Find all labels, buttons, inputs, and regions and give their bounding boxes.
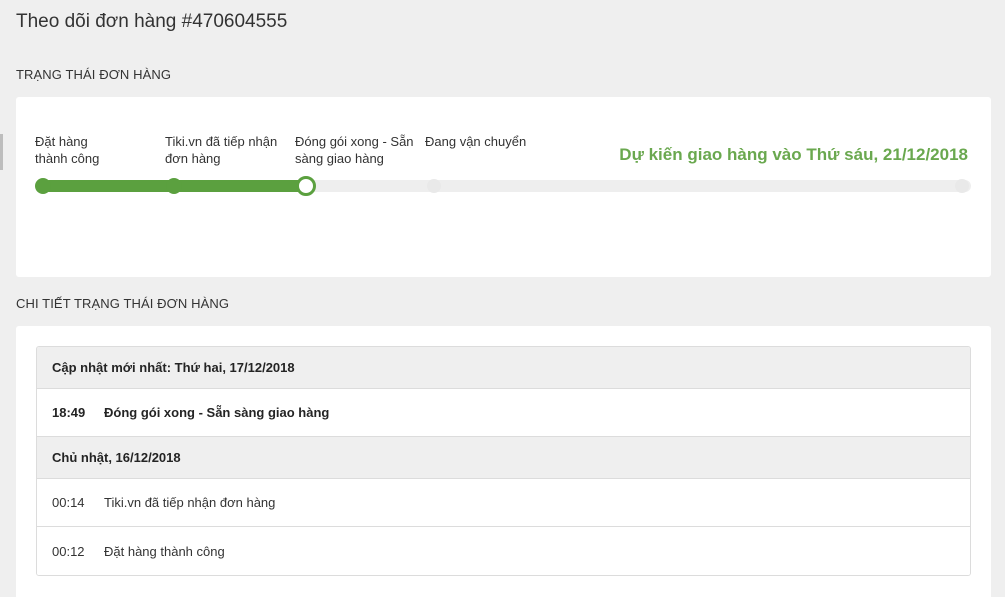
step-label-line: thành công — [35, 151, 100, 166]
event-row: 18:49 Đóng gói xong - Sẵn sàng giao hàng — [37, 389, 970, 437]
order-detail-card: Cập nhật mới nhất: Thứ hai, 17/12/2018 1… — [16, 326, 991, 597]
date-row: Chủ nhật, 16/12/2018 — [37, 437, 970, 479]
event-time: 00:14 — [52, 495, 85, 510]
step-label-line: đơn hàng — [165, 151, 221, 166]
event-text: Tiki.vn đã tiếp nhận đơn hàng — [104, 495, 276, 510]
order-status-heading: TRẠNG THÁI ĐƠN HÀNG — [16, 67, 172, 82]
status-history-table: Cập nhật mới nhất: Thứ hai, 17/12/2018 1… — [36, 346, 971, 576]
event-text: Đặt hàng thành công — [104, 543, 225, 559]
step-dot-ordered — [35, 178, 51, 194]
step-label-line: Đang vận chuyển — [425, 134, 527, 149]
date-row: Cập nhật mới nhất: Thứ hai, 17/12/2018 — [37, 347, 970, 389]
step-dot-packed — [296, 176, 316, 196]
step-label-line: Đóng gói xong - Sẵn — [295, 134, 414, 149]
step-label-received: Tiki.vn đã tiếp nhận đơn hàng — [165, 133, 277, 167]
step-label-shipping: Đang vận chuyển — [425, 133, 526, 150]
step-label-line: Tiki.vn đã tiếp nhận — [165, 134, 278, 149]
event-text: Đóng gói xong - Sẵn sàng giao hàng — [104, 405, 330, 420]
event-time: 18:49 — [52, 405, 86, 420]
event-row: 00:14 Tiki.vn đã tiếp nhận đơn hàng — [37, 479, 970, 527]
step-dot-delivered — [955, 179, 969, 193]
step-label-packed: Đóng gói xong - Sẵn sàng giao hàng — [295, 133, 414, 167]
step-label-line: sàng giao hàng — [295, 151, 384, 166]
event-time: 00:12 — [52, 543, 85, 559]
estimated-delivery: Dự kiến giao hàng vào Thứ sáu, 21/12/201… — [619, 145, 968, 164]
page-title: Theo dõi đơn hàng #470604555 — [16, 11, 288, 32]
step-dot-received — [166, 178, 182, 194]
progress-track — [43, 180, 971, 192]
step-label-line: Đặt hàng — [35, 134, 88, 149]
order-status-card: Đặt hàng thành công Tiki.vn đã tiếp nhận… — [16, 97, 991, 277]
step-dot-shipping — [427, 179, 441, 193]
step-label-ordered: Đặt hàng thành công — [35, 133, 99, 167]
side-tab-edge — [0, 134, 3, 170]
order-detail-heading: CHI TIẾT TRẠNG THÁI ĐƠN HÀNG — [16, 296, 230, 311]
event-row: 00:12 Đặt hàng thành công — [37, 527, 970, 575]
